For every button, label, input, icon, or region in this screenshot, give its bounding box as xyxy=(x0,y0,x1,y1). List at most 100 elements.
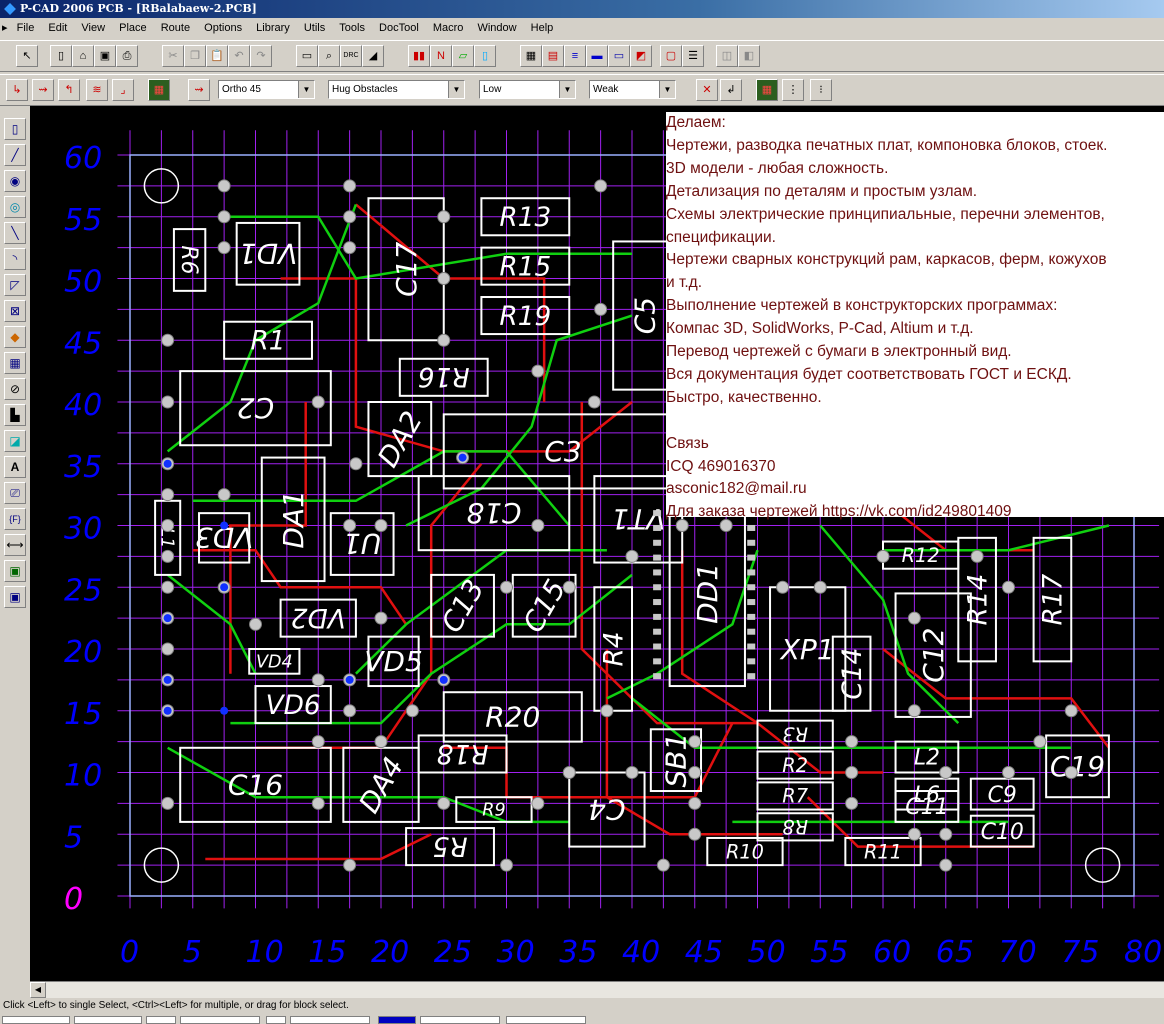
push-traces-icon[interactable]: ▦ xyxy=(148,79,170,101)
unroute-icon[interactable]: ✕ xyxy=(696,79,718,101)
layer-color-swatch[interactable] xyxy=(378,1016,416,1024)
place-attribute-icon[interactable]: ⎚ xyxy=(4,482,26,504)
status-field[interactable] xyxy=(290,1016,370,1024)
undo-icon[interactable]: ↶ xyxy=(228,45,250,67)
drc-icon[interactable]: DRC xyxy=(340,45,362,67)
component-icon[interactable]: ▬ xyxy=(586,45,608,67)
ic-pin xyxy=(747,524,756,531)
via-icon[interactable]: ⋮ xyxy=(782,79,804,101)
status-field[interactable] xyxy=(180,1016,260,1024)
menu-view[interactable]: View xyxy=(77,18,109,38)
component-label: VD5 xyxy=(364,645,423,678)
chevron-down-icon[interactable]: ▼ xyxy=(448,81,464,98)
menu-utils[interactable]: Utils xyxy=(300,18,329,38)
pin-swap-icon[interactable]: ◢ xyxy=(362,45,384,67)
x-axis-label: 30 xyxy=(497,935,535,970)
redo-icon[interactable]: ↷ xyxy=(250,45,272,67)
zoom-icon[interactable]: ⌕ xyxy=(318,45,340,67)
place-polygon-icon[interactable]: ◸ xyxy=(4,274,26,296)
obstacle-mode-value: Hug Obstacles xyxy=(332,84,398,95)
gate-swap-icon[interactable]: ▮▮ xyxy=(408,45,430,67)
ref-swap-icon[interactable]: N xyxy=(430,45,452,67)
status-field[interactable] xyxy=(420,1016,500,1024)
bus-route-icon[interactable]: ≋ xyxy=(86,79,108,101)
place-copper-icon[interactable]: ⊠ xyxy=(4,300,26,322)
netlist-icon[interactable]: ≡ xyxy=(564,45,586,67)
measure-icon[interactable]: ▭ xyxy=(296,45,318,67)
miter-icon[interactable]: ⌟ xyxy=(112,79,134,101)
place-glue-icon[interactable]: ▣ xyxy=(4,586,26,608)
select-arrow-icon[interactable]: ↖ xyxy=(16,45,38,67)
place-ref-point-icon[interactable]: ▣ xyxy=(4,560,26,582)
place-text-icon[interactable]: A xyxy=(4,456,26,478)
copper-pour-icon[interactable]: ▢ xyxy=(660,45,682,67)
menu-help[interactable]: Help xyxy=(527,18,558,38)
place-cutout-icon[interactable]: ▦ xyxy=(4,352,26,374)
corner-icon[interactable]: ↲ xyxy=(720,79,742,101)
save-icon[interactable]: ▣ xyxy=(94,45,116,67)
status-field[interactable] xyxy=(266,1016,286,1024)
menu-place[interactable]: Place xyxy=(115,18,151,38)
route-mode-select[interactable]: Ortho 45 ▼ xyxy=(218,80,315,99)
chevron-down-icon[interactable]: ▼ xyxy=(659,81,675,98)
layers-icon[interactable]: ▤ xyxy=(542,45,564,67)
menu-edit[interactable]: Edit xyxy=(44,18,71,38)
component-label: DA4 xyxy=(352,751,410,818)
paste-icon[interactable]: 📋 xyxy=(206,45,228,67)
status-field[interactable] xyxy=(506,1016,586,1024)
place-dimension-icon[interactable]: ⟷ xyxy=(4,534,26,556)
place-line-icon[interactable]: ╲ xyxy=(4,222,26,244)
place-connection-icon[interactable]: ╱ xyxy=(4,144,26,166)
manual-route-icon[interactable]: ↳ xyxy=(6,79,28,101)
autoroute-icon[interactable]: ◩ xyxy=(630,45,652,67)
menu-macro[interactable]: Macro xyxy=(429,18,468,38)
report-icon[interactable]: ☰ xyxy=(682,45,704,67)
menu-library[interactable]: Library xyxy=(252,18,294,38)
cam-icon[interactable]: ◫ xyxy=(716,45,738,67)
teardrop-icon[interactable]: ▱ xyxy=(452,45,474,67)
chevron-down-icon[interactable]: ▼ xyxy=(298,81,314,98)
document-icon[interactable]: ▸ xyxy=(0,18,10,38)
print-icon[interactable]: ⎙ xyxy=(116,45,138,67)
scroll-left-icon[interactable]: ◀ xyxy=(30,982,46,998)
chevron-down-icon[interactable]: ▼ xyxy=(559,81,575,98)
gerber-icon[interactable]: ◧ xyxy=(738,45,760,67)
menu-file[interactable]: File xyxy=(13,18,39,38)
place-fill-icon[interactable]: ◆ xyxy=(4,326,26,348)
place-plane-icon[interactable]: ▙ xyxy=(4,404,26,426)
y-axis-label: 35 xyxy=(64,450,102,485)
pad xyxy=(161,395,175,409)
keepout-icon[interactable]: ⊘ xyxy=(4,378,26,400)
cut-icon[interactable]: ✂ xyxy=(162,45,184,67)
pad xyxy=(343,210,357,224)
new-file-icon[interactable]: ▯ xyxy=(50,45,72,67)
route-step-icon[interactable]: ⇝ xyxy=(188,79,210,101)
multi-trace-icon[interactable]: ↰ xyxy=(58,79,80,101)
place-pad-icon[interactable]: ◉ xyxy=(4,170,26,192)
status-field[interactable] xyxy=(146,1016,176,1024)
interactive-route-icon[interactable]: ⇝ xyxy=(32,79,54,101)
info-icon[interactable]: ▯ xyxy=(474,45,496,67)
menu-window[interactable]: Window xyxy=(473,18,520,38)
table-icon[interactable]: ▦ xyxy=(520,45,542,67)
menu-options[interactable]: Options xyxy=(200,18,246,38)
optimization-select[interactable]: Low ▼ xyxy=(479,80,576,99)
display-icon[interactable]: ▭ xyxy=(608,45,630,67)
place-field-braces-icon[interactable]: {F} xyxy=(4,508,26,530)
strength-select[interactable]: Weak ▼ xyxy=(589,80,676,99)
copy-icon[interactable]: ❐ xyxy=(184,45,206,67)
pad-icon[interactable]: ⁝ xyxy=(810,79,832,101)
place-field-icon[interactable]: ◪ xyxy=(4,430,26,452)
horizontal-scrollbar[interactable]: ◀ xyxy=(30,981,1164,999)
place-arc-icon[interactable]: ◝ xyxy=(4,248,26,270)
menu-doctool[interactable]: DocTool xyxy=(375,18,423,38)
ic-pin xyxy=(653,599,662,606)
place-via-icon[interactable]: ◎ xyxy=(4,196,26,218)
open-folder-icon[interactable]: ⌂ xyxy=(72,45,94,67)
obstacle-mode-select[interactable]: Hug Obstacles ▼ xyxy=(328,80,465,99)
x-axis-label: 35 xyxy=(559,935,597,970)
place-component-icon[interactable]: ▯ xyxy=(4,118,26,140)
menu-tools[interactable]: Tools xyxy=(335,18,369,38)
menu-route[interactable]: Route xyxy=(157,18,194,38)
highlight-net-icon[interactable]: ▦ xyxy=(756,79,778,101)
